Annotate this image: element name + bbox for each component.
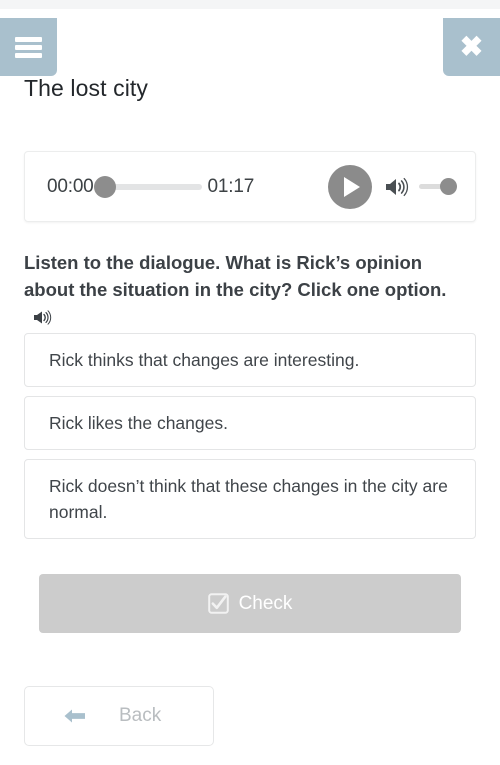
page-title: The lost city bbox=[24, 75, 149, 101]
audio-progress-slider[interactable] bbox=[93, 175, 202, 198]
speaker-icon[interactable] bbox=[384, 176, 410, 198]
arrow-left-icon bbox=[63, 706, 87, 726]
option-item[interactable]: Rick likes the changes. bbox=[24, 396, 476, 450]
audio-controls bbox=[328, 164, 457, 209]
close-button[interactable]: ✖ bbox=[443, 18, 500, 76]
question-speaker-icon[interactable] bbox=[33, 306, 52, 333]
close-icon: ✖ bbox=[459, 31, 484, 62]
audio-progress-thumb[interactable] bbox=[93, 175, 116, 198]
play-button[interactable] bbox=[328, 164, 372, 209]
back-button-label: Back bbox=[119, 705, 162, 726]
hamburger-menu-icon bbox=[15, 36, 42, 58]
menu-button[interactable] bbox=[0, 18, 57, 76]
app-header: ✖ The lost city bbox=[0, 9, 500, 114]
audio-player: 00:00 01:17 bbox=[24, 151, 476, 222]
audio-total-time: 01:17 bbox=[207, 175, 255, 197]
check-button[interactable]: Check bbox=[39, 574, 461, 633]
question-block: Listen to the dialogue. What is Rick’s o… bbox=[24, 249, 476, 333]
volume-slider[interactable] bbox=[419, 178, 457, 196]
check-button-label: Check bbox=[238, 592, 293, 614]
volume-thumb[interactable] bbox=[440, 178, 457, 195]
option-item[interactable]: Rick doesn’t think that these changes in… bbox=[24, 459, 476, 539]
option-item[interactable]: Rick thinks that changes are interesting… bbox=[24, 333, 476, 387]
audio-current-time: 00:00 bbox=[47, 175, 94, 197]
top-strip bbox=[0, 0, 500, 9]
play-icon bbox=[344, 176, 360, 197]
back-button[interactable]: Back bbox=[24, 686, 214, 746]
answer-options: Rick thinks that changes are interesting… bbox=[24, 333, 476, 548]
checkbox-checked-icon bbox=[207, 593, 229, 614]
question-text: Listen to the dialogue. What is Rick’s o… bbox=[24, 252, 447, 300]
